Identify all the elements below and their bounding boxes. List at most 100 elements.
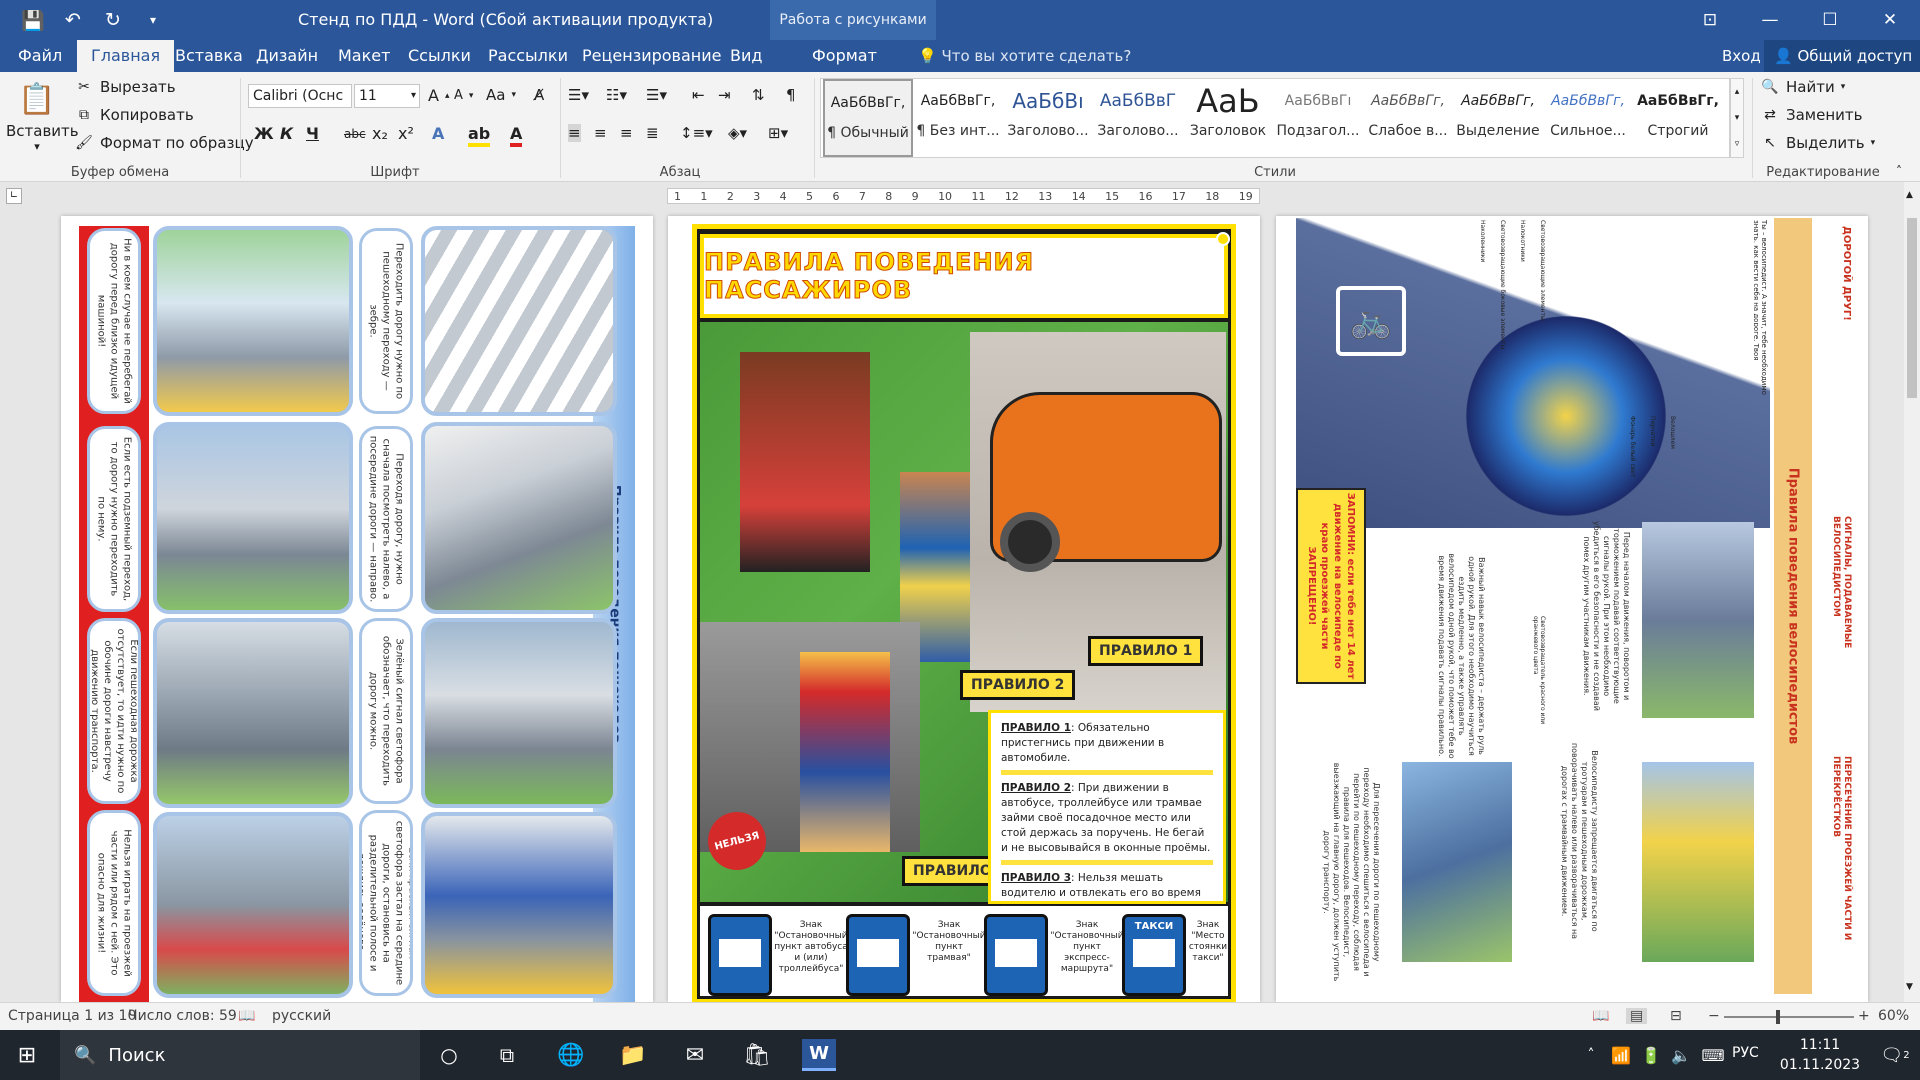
save-icon[interactable]: 💾 (16, 3, 50, 37)
clock[interactable]: 11:11 01.11.2023 (1770, 1035, 1870, 1075)
scroll-thumb[interactable] (1907, 218, 1917, 398)
find-button[interactable]: 🔍 Найти ▾ (1760, 78, 1845, 96)
tab-insert[interactable]: Вставка (175, 40, 243, 72)
format-painter-button[interactable]: 🖌 Формат по образцу (74, 134, 253, 152)
paste-button[interactable]: 📋 Вставить ▾ (6, 78, 79, 153)
horizontal-ruler[interactable]: 1 1 2 3 4 5 6 7 8 9 10 11 12 13 14 15 16 17 18 19 (667, 188, 1260, 204)
bullets-icon[interactable]: ☰▾ (568, 86, 589, 104)
style-subtle-emphasis[interactable]: АаБбВвГг, Слабое в... (1363, 79, 1453, 157)
tab-selector[interactable]: ∟ (6, 188, 22, 204)
share-button[interactable]: 👤 Общий доступ (1764, 40, 1920, 72)
style-strong[interactable]: АаБбВвГг, Строгий (1633, 79, 1723, 157)
copy-button[interactable]: ⧉ Копировать (74, 106, 194, 124)
scroll-down-icon[interactable]: ▼ (1906, 982, 1913, 992)
text-effects-button[interactable]: A (432, 124, 444, 143)
battery-icon[interactable]: 🔋 (1634, 1039, 1668, 1071)
web-layout-icon[interactable]: ⊟ (1670, 1008, 1682, 1024)
sort-icon[interactable]: ⇅ (752, 86, 765, 104)
language[interactable]: русский (272, 1008, 331, 1024)
proofing-icon[interactable]: 📖 (238, 1008, 255, 1024)
style-no-spacing[interactable]: АаБбВвГг, ¶ Без инт... (913, 79, 1003, 157)
windows-start-icon[interactable]: ⊞ (10, 1039, 44, 1071)
mail-icon[interactable]: ✉ (678, 1039, 712, 1071)
replace-button[interactable]: ⇄ Заменить (1760, 106, 1862, 124)
strikethrough-button[interactable]: abc (344, 127, 366, 141)
style-title[interactable]: АаЬ Заголовок (1183, 79, 1273, 157)
align-center-icon[interactable]: ≡ (594, 124, 607, 142)
borders-icon[interactable]: ⊞▾ (768, 124, 788, 142)
tab-references[interactable]: Ссылки (408, 40, 471, 72)
clear-format-icon[interactable]: A̸ (534, 86, 544, 104)
style-normal[interactable]: АаБбВвГг, ¶ Обычный (823, 79, 913, 157)
font-size-box[interactable]: 11 ▾ (354, 84, 420, 108)
decrease-indent-icon[interactable]: ⇤ (692, 86, 705, 104)
change-case-button[interactable]: Аа ▾ (486, 86, 516, 104)
scroll-up-icon[interactable]: ▲ (1906, 190, 1913, 200)
tab-file[interactable]: Файл (18, 40, 62, 72)
style-heading2[interactable]: АаБбВвГ Заголово... (1093, 79, 1183, 157)
language-indicator[interactable]: РУС (1732, 1045, 1759, 1061)
subscript-button[interactable]: x₂ (372, 124, 388, 143)
shading-icon[interactable]: ◈▾ (728, 124, 747, 142)
tab-format[interactable]: Формат (812, 40, 877, 72)
taskbar-search[interactable]: 🔍 Поиск (60, 1030, 420, 1080)
zoom-slider-thumb[interactable] (1776, 1010, 1780, 1024)
multilevel-list-icon[interactable]: ☰▾ (646, 86, 667, 104)
tab-mailings[interactable]: Рассылки (488, 40, 568, 72)
word-taskbar-icon[interactable]: W (802, 1039, 836, 1071)
align-left-icon[interactable]: ≡ (568, 124, 581, 142)
close-icon[interactable]: ✕ (1860, 0, 1920, 40)
zoom-in-icon[interactable]: + (1858, 1008, 1870, 1024)
notifications-icon[interactable]: 🗨 2 (1878, 1039, 1912, 1071)
print-layout-icon[interactable]: ▤ (1626, 1008, 1648, 1024)
read-mode-icon[interactable]: 📖 (1592, 1008, 1609, 1024)
edge-icon[interactable]: 🌐 (554, 1039, 588, 1071)
tell-me-box[interactable]: 💡 Что вы хотите сделать? (918, 40, 1131, 72)
zoom-out-icon[interactable]: − (1708, 1008, 1720, 1024)
show-hidden-icons[interactable]: ˄ (1574, 1039, 1608, 1071)
minimize-icon[interactable]: — (1740, 0, 1800, 40)
redo-icon[interactable]: ↻ (96, 3, 130, 37)
customize-toolbar-icon[interactable]: ▾ (136, 3, 170, 37)
keyboard-icon[interactable]: ⌨ (1696, 1039, 1730, 1071)
styles-scroll[interactable]: ▴ ▾ ▿ (1730, 78, 1744, 158)
numbering-icon[interactable]: ☷▾ (606, 86, 627, 104)
superscript-button[interactable]: x² (398, 124, 414, 143)
zoom-level[interactable]: 60% (1878, 1008, 1909, 1024)
shrink-font-button[interactable]: A ▾ (454, 88, 473, 103)
task-view-icon[interactable]: ○ (432, 1039, 466, 1071)
tab-design[interactable]: Дизайн (256, 40, 318, 72)
tab-review[interactable]: Рецензирование (582, 40, 721, 72)
style-emphasis[interactable]: АаБбВвГг, Выделение (1453, 79, 1543, 157)
style-subtitle[interactable]: АаБбВвГı Подзагол... (1273, 79, 1363, 157)
rotate-handle[interactable] (1216, 232, 1230, 246)
vertical-scrollbar[interactable]: ▲ ▼ (1904, 182, 1920, 1002)
cut-button[interactable]: ✂ Вырезать (74, 78, 176, 96)
pilcrow-icon[interactable]: ¶ (786, 86, 796, 104)
ribbon-display-icon[interactable]: ⊡ (1680, 0, 1740, 40)
tab-layout[interactable]: Макет (338, 40, 390, 72)
widgets-icon[interactable]: ⧉ (490, 1039, 524, 1071)
style-intense-emphasis[interactable]: АаБбВвГг, Сильное... (1543, 79, 1633, 157)
italic-button[interactable]: К (280, 124, 293, 143)
bold-button[interactable]: Ж (254, 124, 274, 143)
undo-icon[interactable]: ↶ (56, 3, 90, 37)
highlight-button[interactable]: ab (468, 124, 491, 147)
sign-in-link[interactable]: Вход (1722, 40, 1761, 72)
font-color-button[interactable]: A (510, 124, 523, 147)
grow-font-button[interactable]: A ▴ (428, 86, 449, 105)
store-icon[interactable]: 🛍 (740, 1039, 774, 1071)
page-count[interactable]: Страница 1 из 10 (8, 1008, 136, 1024)
underline-button[interactable]: Ч (306, 124, 319, 143)
tab-view[interactable]: Вид (730, 40, 762, 72)
file-explorer-icon[interactable]: 📁 (616, 1039, 650, 1071)
collapse-ribbon-icon[interactable]: ˄ (1896, 164, 1902, 178)
style-heading1[interactable]: АаБбВı Заголово... (1003, 79, 1093, 157)
zoom-slider[interactable] (1724, 1010, 1854, 1024)
volume-icon[interactable]: 🔈 (1664, 1039, 1698, 1071)
word-count[interactable]: Число слов: 59 (128, 1008, 237, 1024)
font-name-box[interactable]: Calibri (Оснс (248, 84, 352, 108)
document-area[interactable]: Правила поведения пешеходов Ни в коем сл… (0, 210, 1904, 1002)
increase-indent-icon[interactable]: ⇥ (718, 86, 731, 104)
line-spacing-icon[interactable]: ↕≡▾ (680, 124, 713, 142)
